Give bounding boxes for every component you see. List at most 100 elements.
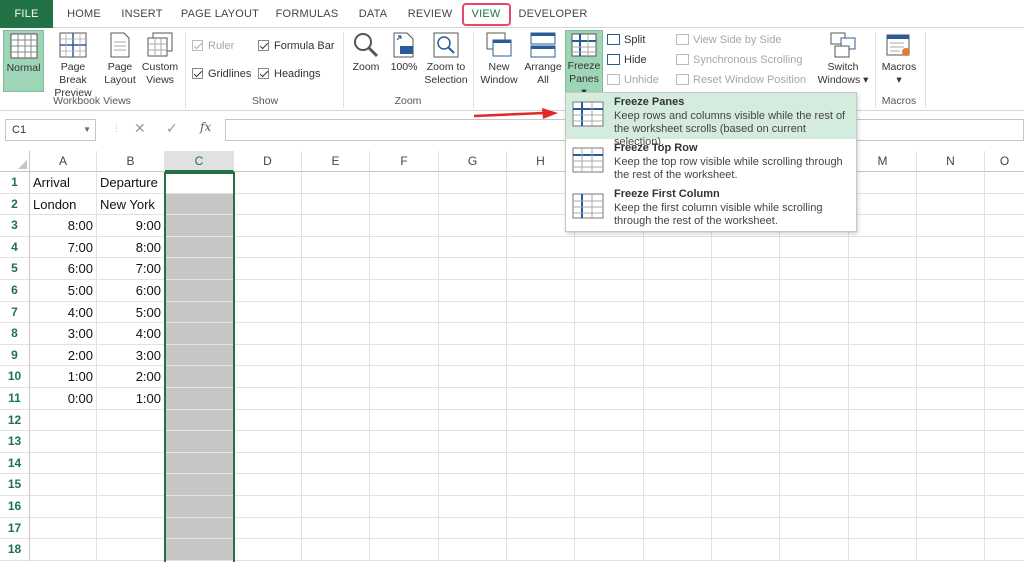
cell-m14[interactable] [849, 452, 917, 475]
cell-b14[interactable] [97, 452, 165, 475]
cell-j8[interactable] [644, 323, 712, 345]
column-header-f[interactable]: F [370, 151, 439, 172]
menu-item-freeze-top-row[interactable]: Freeze Top Row Keep the top row visible … [566, 139, 856, 185]
cell-b1[interactable]: Departure [97, 172, 165, 194]
cell-h15[interactable] [507, 474, 575, 496]
cell-k17[interactable] [712, 517, 780, 540]
cell-a16[interactable] [30, 496, 97, 518]
normal-view-button[interactable]: Normal [3, 30, 44, 92]
cell-i5[interactable] [575, 258, 644, 280]
cell-n13[interactable] [917, 431, 985, 453]
cell-k7[interactable] [712, 301, 780, 324]
cell-d14[interactable] [234, 452, 302, 475]
cell-d8[interactable] [234, 323, 302, 345]
cell-h6[interactable] [507, 280, 575, 302]
cell-c17[interactable] [165, 517, 234, 540]
page-layout-view-button[interactable]: Page Layout [102, 30, 138, 87]
column-header-e[interactable]: E [302, 151, 370, 172]
row-header-4[interactable]: 4 [0, 236, 30, 259]
cell-g17[interactable] [439, 517, 507, 540]
cell-a13[interactable] [30, 431, 97, 453]
cell-c12[interactable] [165, 409, 234, 432]
cell-i11[interactable] [575, 388, 644, 410]
cell-o7[interactable] [985, 302, 1024, 324]
column-header-a[interactable]: A [30, 151, 97, 172]
cell-d18[interactable] [234, 539, 302, 561]
row-header-12[interactable]: 12 [0, 409, 30, 432]
reset-window-position-button[interactable]: Reset Window Position [676, 72, 806, 88]
tab-data[interactable]: DATA [352, 0, 394, 28]
cell-j17[interactable] [644, 517, 712, 540]
tab-home[interactable]: HOME [60, 0, 108, 28]
cell-k11[interactable] [712, 388, 780, 410]
select-all-corner[interactable] [0, 151, 30, 172]
cell-n1[interactable] [917, 172, 985, 194]
cell-c9[interactable] [165, 344, 234, 367]
cell-a12[interactable] [30, 409, 97, 432]
cell-c3[interactable] [165, 215, 234, 237]
cell-h18[interactable] [507, 539, 575, 561]
cell-a15[interactable] [30, 474, 97, 496]
cell-j11[interactable] [644, 388, 712, 410]
cell-j18[interactable] [644, 539, 712, 561]
cell-i12[interactable] [575, 409, 644, 432]
cell-c10[interactable] [165, 366, 234, 388]
cell-o13[interactable] [985, 431, 1024, 453]
cell-o9[interactable] [985, 345, 1024, 367]
cell-i13[interactable] [575, 431, 644, 453]
cell-a6[interactable]: 5:00 [30, 280, 97, 302]
cell-g5[interactable] [439, 258, 507, 280]
cell-n16[interactable] [917, 496, 985, 518]
cell-i18[interactable] [575, 539, 644, 561]
row-header-14[interactable]: 14 [0, 452, 30, 475]
cell-m11[interactable] [849, 388, 917, 410]
cell-h13[interactable] [507, 431, 575, 453]
split-button[interactable]: Split [607, 32, 645, 48]
cell-e4[interactable] [302, 236, 370, 259]
cell-i8[interactable] [575, 323, 644, 345]
row-header-13[interactable]: 13 [0, 431, 30, 453]
cell-f14[interactable] [370, 452, 439, 475]
cell-f6[interactable] [370, 280, 439, 302]
cell-m4[interactable] [849, 236, 917, 259]
cell-m15[interactable] [849, 474, 917, 496]
cell-c7[interactable] [165, 301, 234, 324]
cell-b18[interactable] [97, 539, 165, 561]
cell-f9[interactable] [370, 344, 439, 367]
cell-b7[interactable]: 5:00 [97, 301, 165, 324]
cell-d12[interactable] [234, 409, 302, 432]
cell-g16[interactable] [439, 496, 507, 518]
cell-f17[interactable] [370, 517, 439, 540]
cell-g11[interactable] [439, 388, 507, 410]
cell-f1[interactable] [370, 172, 439, 194]
cell-n10[interactable] [917, 366, 985, 388]
cell-b6[interactable]: 6:00 [97, 280, 165, 302]
cell-i16[interactable] [575, 496, 644, 518]
cell-k18[interactable] [712, 539, 780, 561]
cell-l8[interactable] [780, 323, 849, 345]
menu-item-freeze-first-column[interactable]: Freeze First Column Keep the first colum… [566, 185, 856, 231]
cell-h16[interactable] [507, 496, 575, 518]
cell-n17[interactable] [917, 517, 985, 540]
cell-d6[interactable] [234, 280, 302, 302]
cell-g8[interactable] [439, 323, 507, 345]
cell-m7[interactable] [849, 301, 917, 324]
cell-f10[interactable] [370, 366, 439, 388]
cell-f15[interactable] [370, 474, 439, 496]
cell-d7[interactable] [234, 301, 302, 324]
cell-d3[interactable] [234, 215, 302, 237]
row-header-15[interactable]: 15 [0, 474, 30, 496]
column-header-n[interactable]: N [917, 151, 985, 172]
cell-m1[interactable] [849, 172, 917, 194]
cell-i10[interactable] [575, 366, 644, 388]
name-box-dropdown-icon[interactable]: ▼ [83, 120, 91, 140]
cell-d13[interactable] [234, 431, 302, 453]
cell-k9[interactable] [712, 344, 780, 367]
cell-d15[interactable] [234, 474, 302, 496]
cell-m10[interactable] [849, 366, 917, 388]
synchronous-scrolling-button[interactable]: Synchronous Scrolling [676, 52, 802, 68]
cell-e10[interactable] [302, 366, 370, 388]
cell-n12[interactable] [917, 409, 985, 432]
cell-m6[interactable] [849, 280, 917, 302]
cell-h17[interactable] [507, 517, 575, 540]
